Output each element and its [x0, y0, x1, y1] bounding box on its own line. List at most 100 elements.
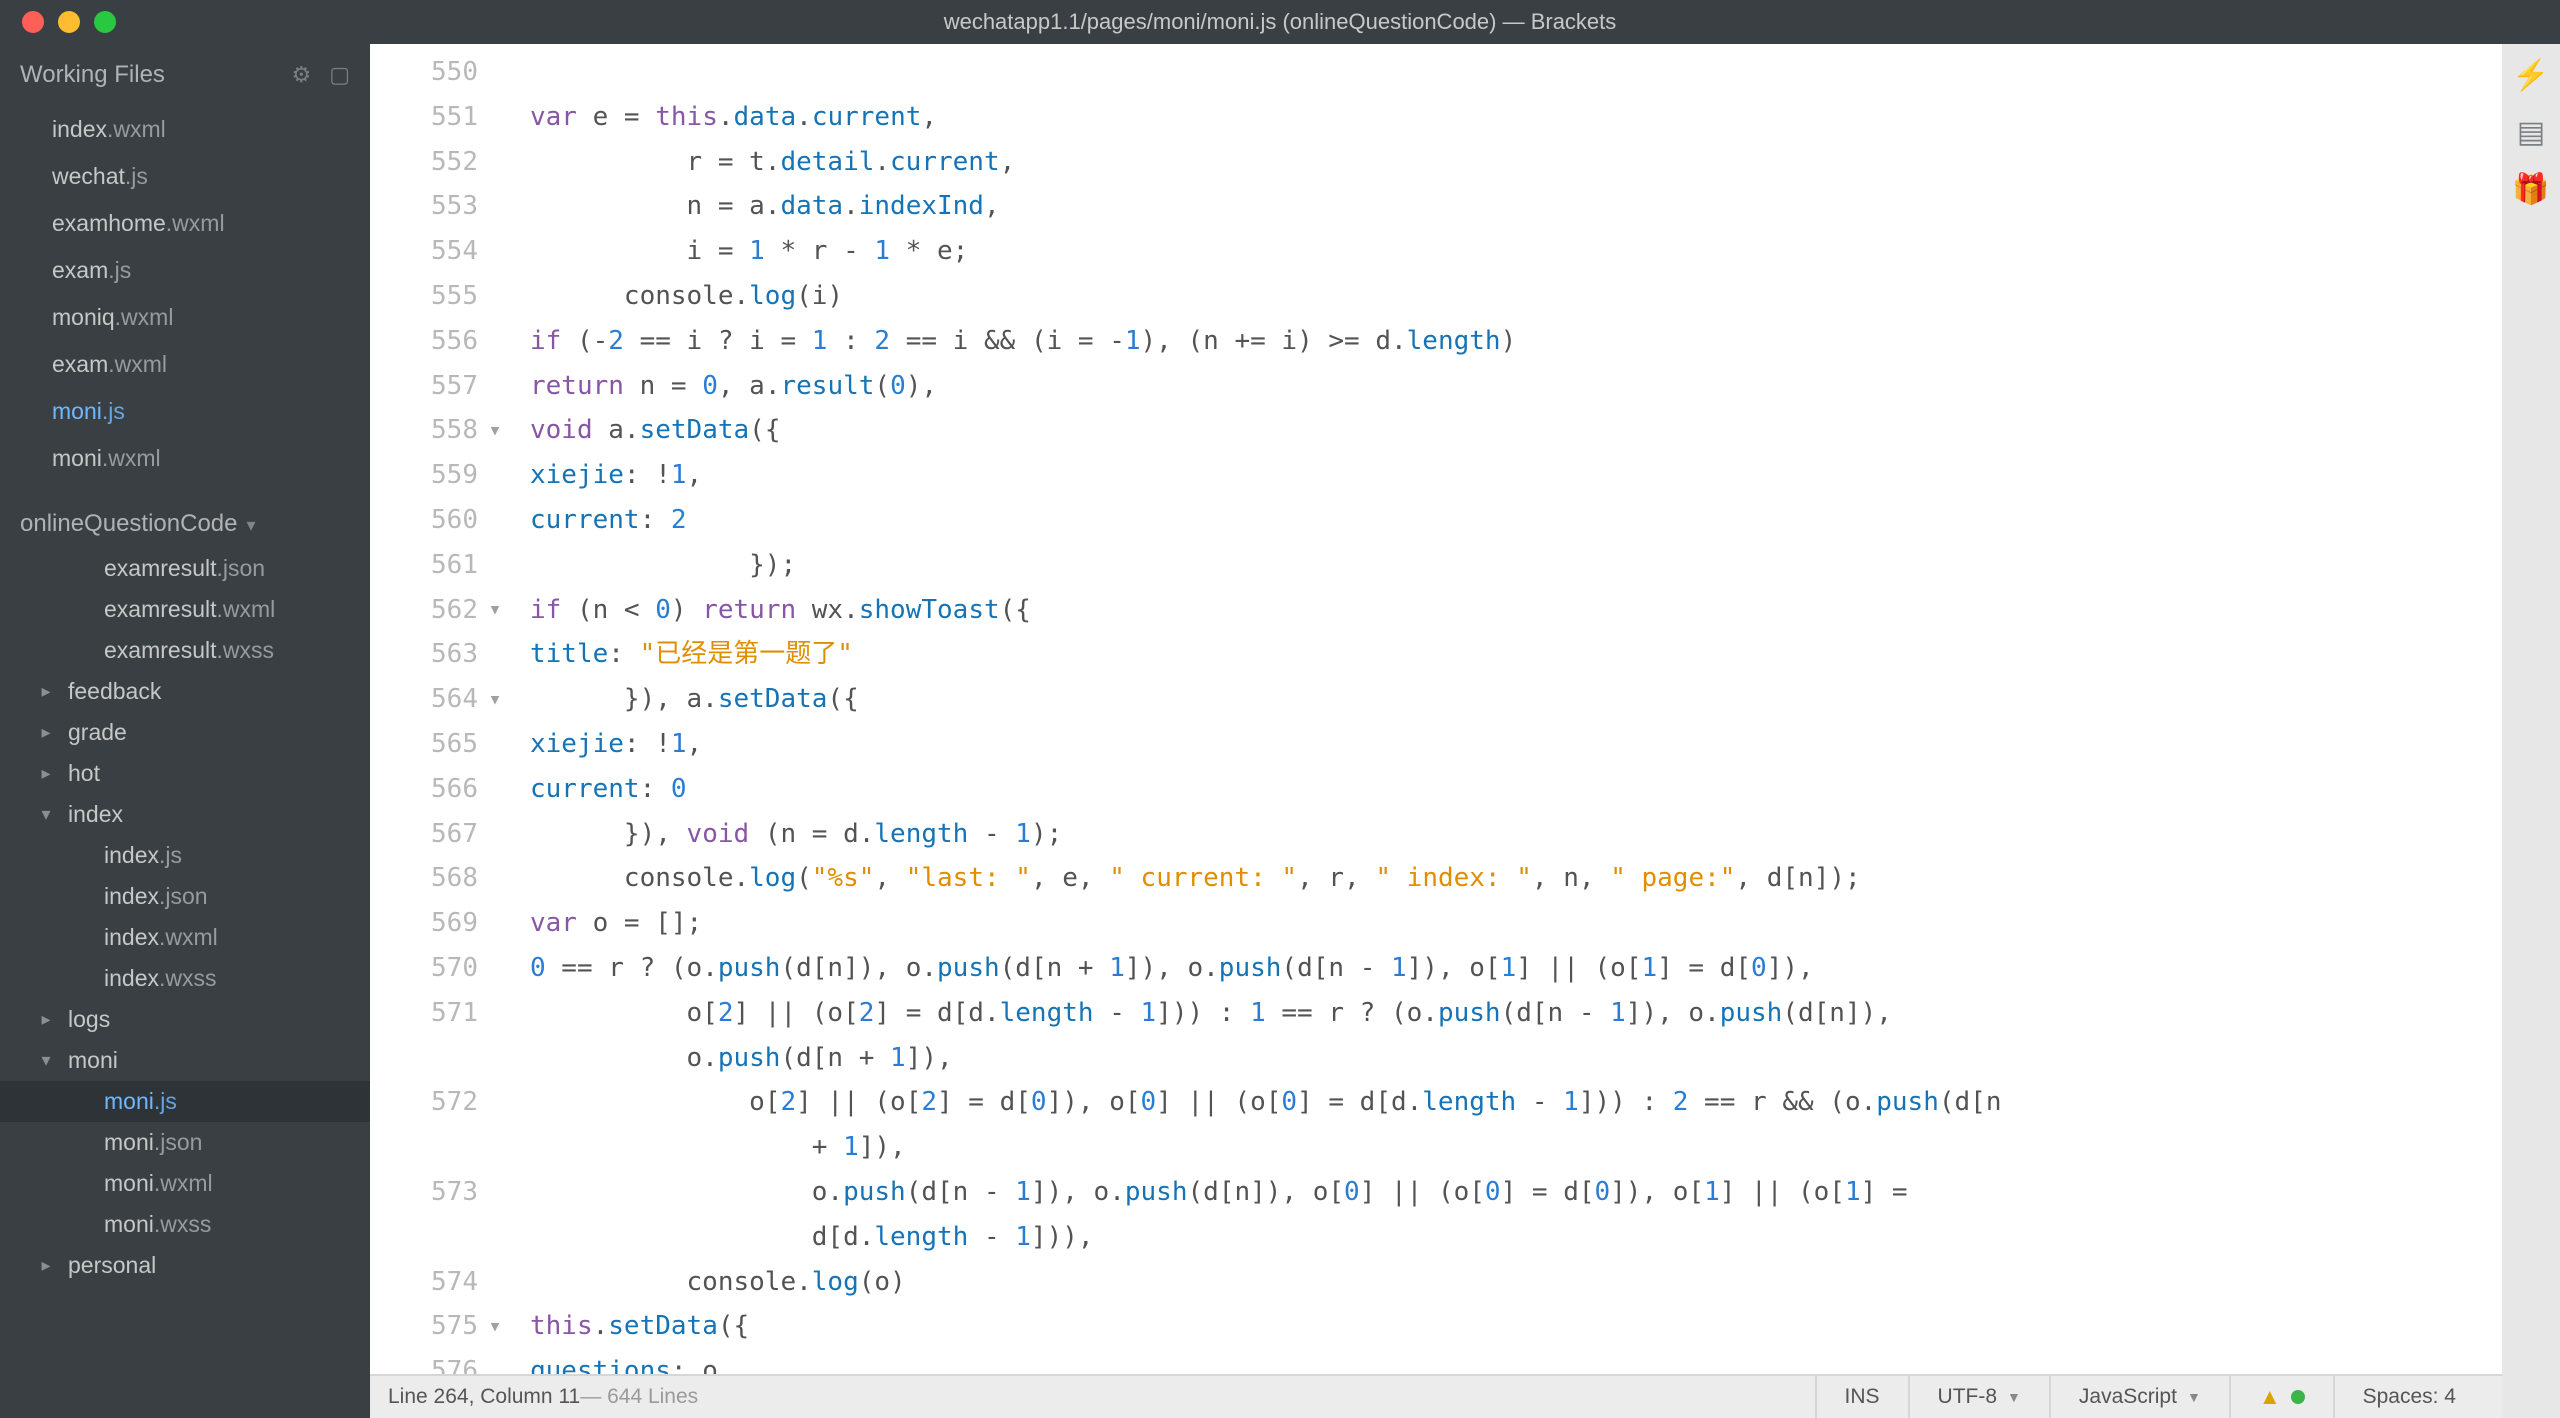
gutter-line: 553	[370, 184, 504, 229]
zoom-window-button[interactable]	[94, 11, 116, 33]
gear-icon[interactable]: ⚙	[291, 62, 311, 88]
code-line[interactable]	[530, 50, 2502, 95]
tree-folder-feedback[interactable]: feedback	[0, 671, 370, 712]
tree-folder-personal[interactable]: personal	[0, 1245, 370, 1286]
tree-folder-moni[interactable]: moni	[0, 1040, 370, 1081]
line-gutter: 550 551 552 553 554 555 556 557 558▾559 …	[370, 44, 530, 1374]
code-line[interactable]: o[2] || (o[2] = d[0]), o[0] || (o[0] = d…	[530, 1080, 2502, 1125]
tree-file[interactable]: index.json	[0, 876, 370, 917]
code-area[interactable]: var e = this.data.current, r = t.detail.…	[530, 44, 2502, 1374]
tree-file[interactable]: moni.wxss	[0, 1204, 370, 1245]
code-line[interactable]: void a.setData({	[530, 408, 2502, 453]
gift-icon[interactable]: 🎁	[2512, 172, 2549, 207]
window-title: wechatapp1.1/pages/moni/moni.js (onlineQ…	[0, 9, 2560, 35]
code-line[interactable]: var o = [];	[530, 901, 2502, 946]
gutter-line: 557	[370, 364, 504, 409]
code-line[interactable]: console.log(o)	[530, 1260, 2502, 1305]
gutter-line: 570	[370, 946, 504, 991]
total-lines: — 644 Lines	[580, 1385, 698, 1409]
code-line[interactable]: i = 1 * r - 1 * e;	[530, 229, 2502, 274]
tree-folder-grade[interactable]: grade	[0, 712, 370, 753]
tree-folder-hot[interactable]: hot	[0, 753, 370, 794]
encoding-picker[interactable]: UTF-8 ▼	[1908, 1376, 2049, 1418]
working-file-item[interactable]: examhome.wxml	[0, 200, 370, 247]
code-line[interactable]: xiejie: !1,	[530, 453, 2502, 498]
gutter-line: 560	[370, 498, 504, 543]
working-file-item[interactable]: moni.wxml	[0, 435, 370, 482]
tree-folder-logs[interactable]: logs	[0, 999, 370, 1040]
tree-file[interactable]: index.wxml	[0, 917, 370, 958]
disclosure-arrow-icon	[24, 1009, 68, 1030]
code-line[interactable]: questions: o,	[530, 1349, 2502, 1374]
working-file-item[interactable]: moni.js	[0, 388, 370, 435]
tree-file[interactable]: examresult.json	[0, 548, 370, 589]
gutter-line	[370, 1036, 504, 1081]
gutter-line: 558▾	[370, 408, 504, 453]
window-controls	[0, 11, 116, 33]
code-line[interactable]: console.log(i)	[530, 274, 2502, 319]
disclosure-arrow-icon	[24, 763, 68, 784]
code-line[interactable]: o[2] || (o[2] = d[d.length - 1])) : 1 ==…	[530, 991, 2502, 1036]
code-line[interactable]: var e = this.data.current,	[530, 95, 2502, 140]
gutter-line: 575▾	[370, 1304, 504, 1349]
close-window-button[interactable]	[22, 11, 44, 33]
gutter-line	[370, 1125, 504, 1170]
code-line[interactable]: this.setData({	[530, 1304, 2502, 1349]
chevron-down-icon: ▼	[2007, 1389, 2021, 1405]
project-name: onlineQuestionCode	[20, 510, 238, 537]
gutter-line: 562▾	[370, 588, 504, 633]
code-line[interactable]: o.push(d[n - 1]), o.push(d[n]), o[0] || …	[530, 1170, 2502, 1215]
working-file-item[interactable]: exam.js	[0, 247, 370, 294]
language-picker[interactable]: JavaScript ▼	[2049, 1376, 2229, 1418]
tree-file[interactable]: index.wxss	[0, 958, 370, 999]
code-line[interactable]: current: 0	[530, 767, 2502, 812]
lint-status[interactable]: ▲	[2229, 1376, 2333, 1418]
code-line[interactable]: title: "已经是第一题了"	[530, 632, 2502, 677]
insert-mode-toggle[interactable]: INS	[1815, 1376, 1908, 1418]
code-line[interactable]: o.push(d[n + 1]),	[530, 1036, 2502, 1081]
code-line[interactable]: });	[530, 543, 2502, 588]
gutter-line: 568	[370, 856, 504, 901]
extension-manager-icon[interactable]: ▤	[2517, 115, 2545, 150]
code-line[interactable]: 0 == r ? (o.push(d[n]), o.push(d[n + 1])…	[530, 946, 2502, 991]
gutter-line: 565	[370, 722, 504, 767]
working-file-item[interactable]: exam.wxml	[0, 341, 370, 388]
code-line[interactable]: n = a.data.indexInd,	[530, 184, 2502, 229]
code-line[interactable]: + 1]),	[530, 1125, 2502, 1170]
status-ok-icon	[2291, 1390, 2305, 1404]
code-line[interactable]: current: 2	[530, 498, 2502, 543]
gutter-line: 559	[370, 453, 504, 498]
live-preview-icon[interactable]: ⚡	[2512, 58, 2549, 93]
tree-file[interactable]: moni.js	[0, 1081, 370, 1122]
tree-folder-index[interactable]: index	[0, 794, 370, 835]
code-editor[interactable]: 550 551 552 553 554 555 556 557 558▾559 …	[370, 44, 2502, 1374]
code-line[interactable]: r = t.detail.current,	[530, 140, 2502, 185]
gutter-line: 555	[370, 274, 504, 319]
extension-rail: ⚡ ▤ 🎁	[2502, 44, 2560, 1418]
minimize-window-button[interactable]	[58, 11, 80, 33]
working-file-item[interactable]: moniq.wxml	[0, 294, 370, 341]
working-files-list: index.wxmlwechat.jsexamhome.wxmlexam.jsm…	[0, 106, 370, 482]
language-label: JavaScript	[2079, 1385, 2177, 1409]
working-files-header: Working Files ⚙ ▢	[0, 44, 370, 106]
split-view-icon[interactable]: ▢	[329, 62, 350, 88]
working-file-item[interactable]: index.wxml	[0, 106, 370, 153]
tree-file[interactable]: examresult.wxss	[0, 630, 370, 671]
code-line[interactable]: }), void (n = d.length - 1);	[530, 812, 2502, 857]
code-line[interactable]: }), a.setData({	[530, 677, 2502, 722]
code-line[interactable]: console.log("%s", "last: ", e, " current…	[530, 856, 2502, 901]
tree-file[interactable]: moni.wxml	[0, 1163, 370, 1204]
tree-file[interactable]: examresult.wxml	[0, 589, 370, 630]
indentation-picker[interactable]: Spaces: 4	[2333, 1376, 2484, 1418]
warning-icon: ▲	[2259, 1384, 2281, 1410]
code-line[interactable]: d[d.length - 1])),	[530, 1215, 2502, 1260]
project-dropdown[interactable]: onlineQuestionCode ▾	[0, 482, 370, 548]
code-line[interactable]: xiejie: !1,	[530, 722, 2502, 767]
code-line[interactable]: if (n < 0) return wx.showToast({	[530, 588, 2502, 633]
working-file-item[interactable]: wechat.js	[0, 153, 370, 200]
code-line[interactable]: return n = 0, a.result(0),	[530, 364, 2502, 409]
editor-pane: 550 551 552 553 554 555 556 557 558▾559 …	[370, 44, 2502, 1418]
tree-file[interactable]: index.js	[0, 835, 370, 876]
code-line[interactable]: if (-2 == i ? i = 1 : 2 == i && (i = -1)…	[530, 319, 2502, 364]
tree-file[interactable]: moni.json	[0, 1122, 370, 1163]
